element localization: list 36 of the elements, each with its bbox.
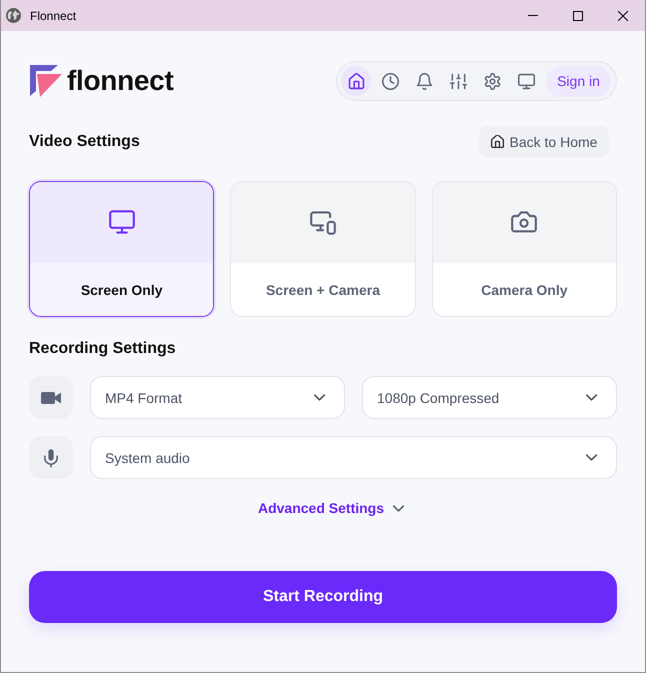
window-title: Flonnect [30,8,76,22]
camera-icon [511,210,538,235]
video-camera-icon [29,376,73,419]
monitor-phone-icon [310,210,336,235]
chevron-down-icon [393,504,404,512]
microphone-icon [29,436,73,479]
clock-icon [382,72,398,90]
mode-card[interactable]: Screen Only [29,181,214,317]
section-title: Video Settings [29,132,140,152]
home-icon [348,72,364,90]
advanced-settings-toggle[interactable]: Advanced Settings [258,498,404,518]
dropdown[interactable]: System audio [90,436,617,479]
logo-icon [30,65,62,97]
maximize-icon [572,10,582,20]
settings-icon [484,72,500,90]
section-title: Recording Settings [29,339,177,359]
bell-icon [416,72,432,90]
mode-card[interactable]: Camera Only [432,181,617,317]
monitor-icon [108,210,135,235]
globe-icon [6,8,21,23]
mode-card[interactable]: Screen + Camera [230,181,416,317]
chevron-down-icon [586,394,597,401]
sliders-icon [450,72,466,90]
nav-button[interactable] [341,66,371,96]
chevron-down-icon [586,454,597,461]
sign-in-button[interactable]: Sign in [546,66,611,96]
dropdown[interactable]: 1080p Compressed [362,376,617,419]
monitor-icon [518,72,534,90]
minimize-icon [528,15,538,16]
dropdown[interactable]: MP4 Format [90,376,345,419]
chevron-down-icon [314,394,325,401]
back-to-home-button[interactable]: Back to Home [479,126,609,157]
logo-wordmark: flonnect [67,65,174,97]
close-icon [618,10,628,20]
start-recording-button[interactable]: Start Recording [29,571,617,623]
home-icon [490,135,504,148]
